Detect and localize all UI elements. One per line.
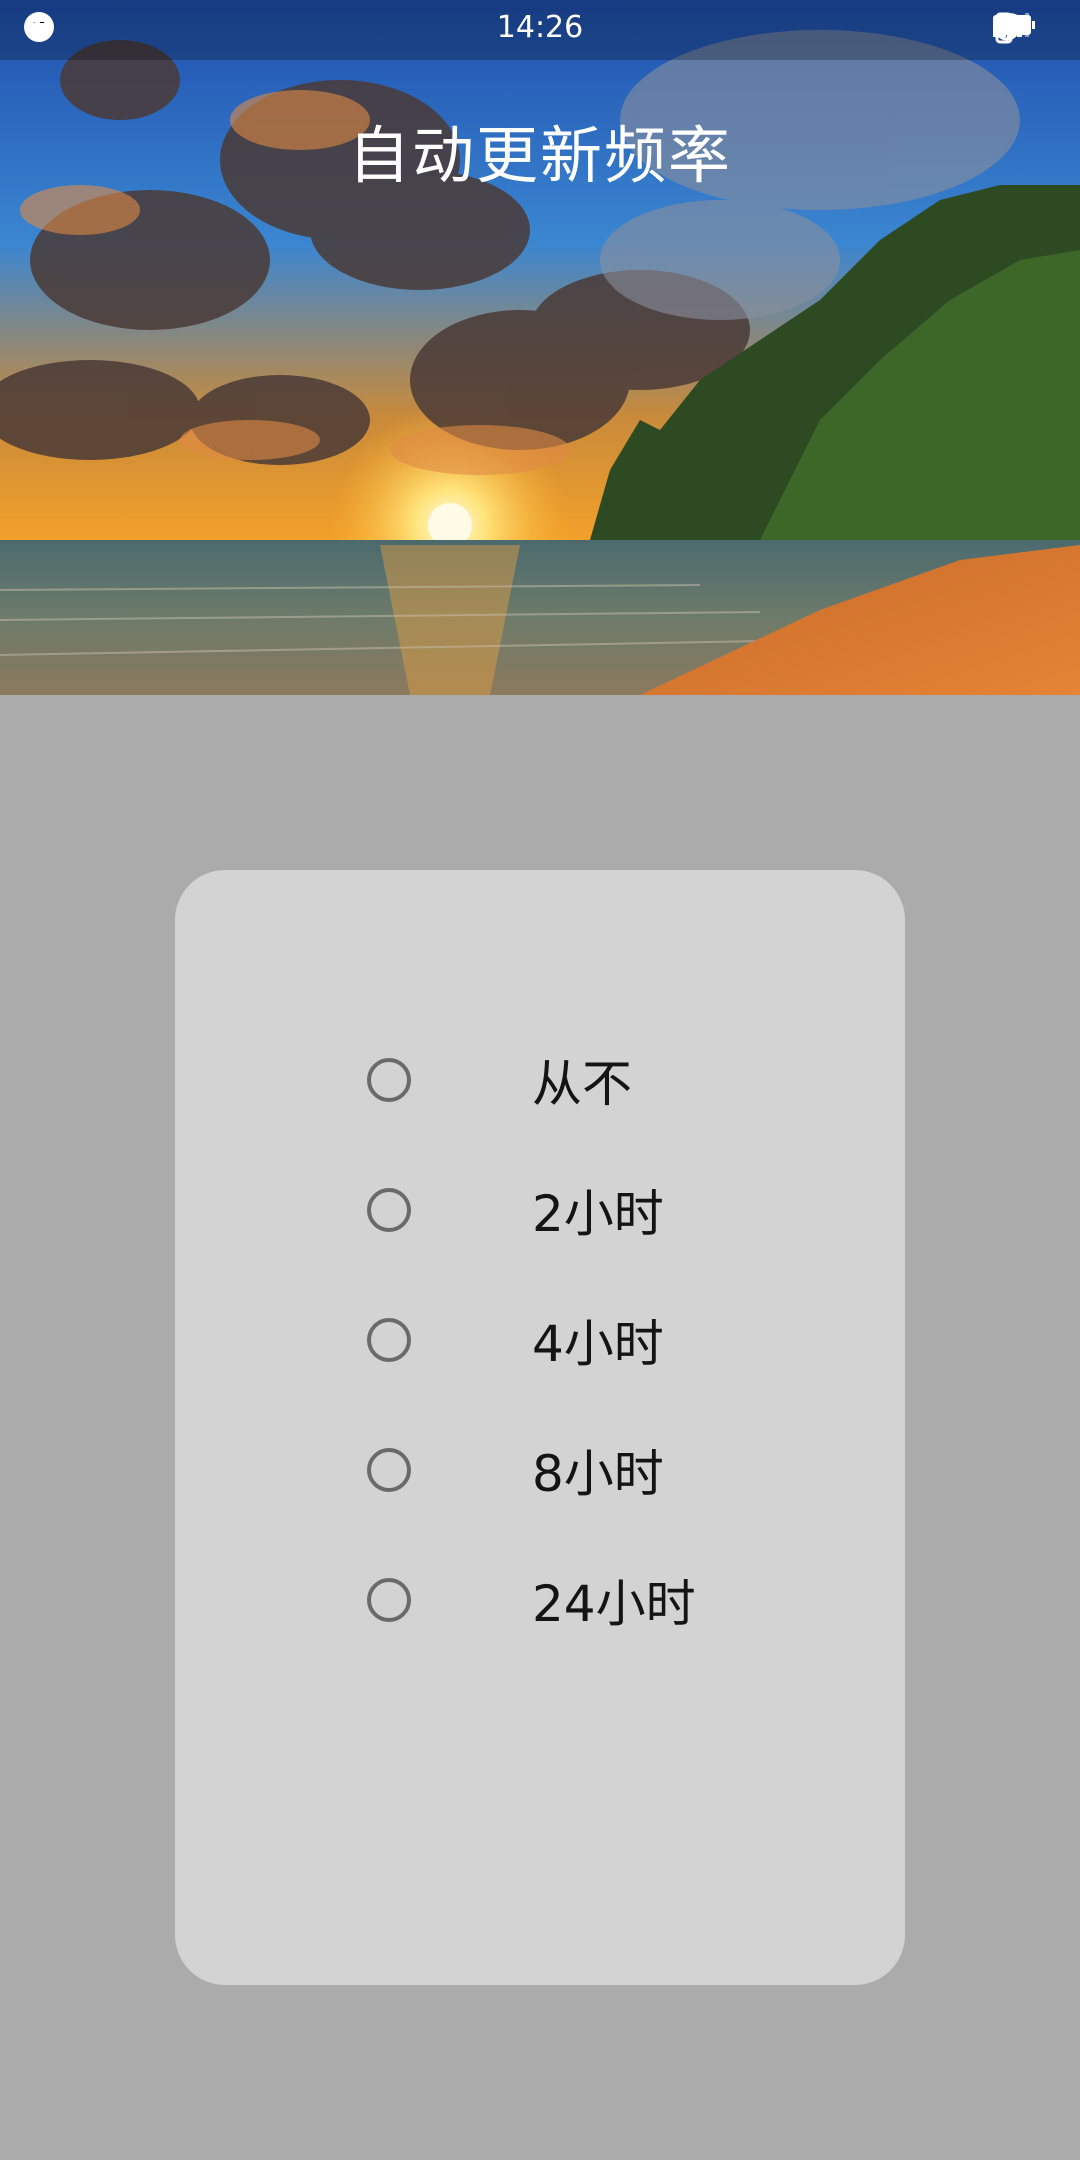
option-24-hours[interactable]: 24小时 <box>175 1545 905 1655</box>
option-8-hours[interactable]: 8小时 <box>175 1415 905 1525</box>
option-label: 2小时 <box>532 1185 664 1243</box>
option-label: 24小时 <box>532 1575 696 1633</box>
status-bar: 2 14:26 <box>0 0 1080 60</box>
frequency-dialog: 从不 2小时 4小时 8小时 24小时 <box>175 870 905 1985</box>
radio-button[interactable] <box>367 1188 411 1232</box>
option-label: 从不 <box>532 1055 632 1113</box>
page-title: 自动更新频率 <box>347 119 732 192</box>
option-4-hours[interactable]: 4小时 <box>175 1285 905 1395</box>
radio-button[interactable] <box>367 1448 411 1492</box>
option-2-hours[interactable]: 2小时 <box>175 1155 905 1265</box>
option-label: 8小时 <box>532 1445 664 1503</box>
screen: 2 14:26 <box>0 0 1080 2160</box>
option-never[interactable]: 从不 <box>175 1025 905 1135</box>
radio-button[interactable] <box>367 1318 411 1362</box>
radio-button[interactable] <box>367 1058 411 1102</box>
status-time: 14:26 <box>496 10 584 45</box>
header-banner: 2 14:26 <box>0 0 1080 695</box>
option-label: 4小时 <box>532 1315 664 1373</box>
radio-button[interactable] <box>367 1578 411 1622</box>
